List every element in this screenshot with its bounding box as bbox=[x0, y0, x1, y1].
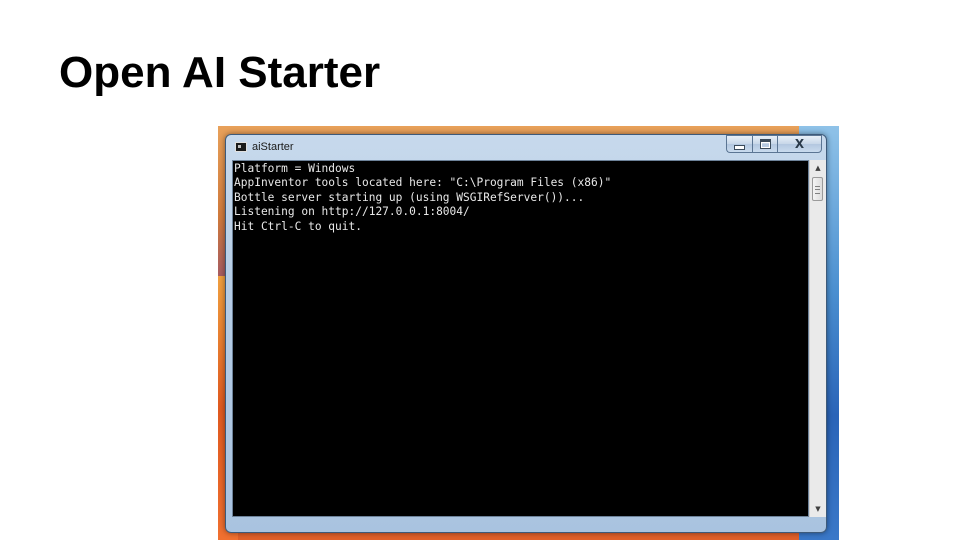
maximize-icon bbox=[759, 139, 771, 149]
slide: Open AI Starter aiStarter X Platform = W… bbox=[0, 0, 960, 540]
console-output[interactable]: Platform = Windows AppInventor tools loca… bbox=[232, 160, 809, 517]
console-line: Bottle server starting up (using WSGIRef… bbox=[234, 190, 585, 204]
console-line: Listening on http://127.0.0.1:8004/ bbox=[234, 205, 470, 219]
maximize-button[interactable] bbox=[752, 135, 777, 153]
caption-buttons: X bbox=[726, 135, 822, 153]
close-button[interactable]: X bbox=[777, 135, 822, 153]
console-line: Hit Ctrl-C to quit. bbox=[234, 219, 362, 233]
console-text: Platform = Windows AppInventor tools loca… bbox=[234, 162, 611, 234]
minimize-button[interactable] bbox=[726, 135, 752, 153]
window-title: aiStarter bbox=[252, 141, 294, 153]
slide-title: Open AI Starter bbox=[59, 48, 381, 97]
window-frame-bottom bbox=[226, 517, 826, 532]
close-icon: X bbox=[794, 137, 805, 151]
console-icon[interactable] bbox=[235, 142, 247, 152]
scroll-down-arrow-icon[interactable]: ▼ bbox=[810, 501, 826, 517]
console-line: AppInventor tools located here: "C:\Prog… bbox=[234, 176, 612, 190]
scroll-up-arrow-icon[interactable]: ▲ bbox=[810, 160, 826, 176]
console-line: Platform = Windows bbox=[234, 162, 356, 175]
console-window[interactable]: aiStarter X Platform = Windows AppInvento… bbox=[225, 134, 827, 533]
scrollbar-thumb[interactable] bbox=[812, 177, 823, 201]
vertical-scrollbar[interactable]: ▲ ▼ bbox=[809, 160, 826, 517]
grip-icon bbox=[815, 186, 820, 194]
minimize-icon bbox=[734, 144, 745, 150]
window-titlebar[interactable]: aiStarter X bbox=[226, 135, 826, 159]
console-screenshot: aiStarter X Platform = Windows AppInvento… bbox=[218, 126, 839, 540]
